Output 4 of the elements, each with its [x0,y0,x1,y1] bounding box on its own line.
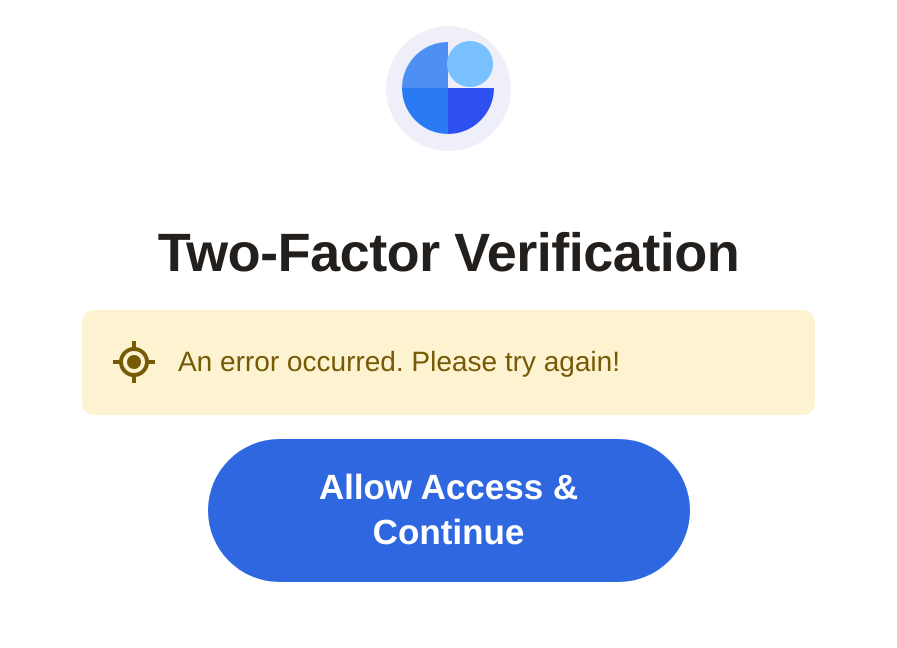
allow-access-button[interactable]: Allow Access & Continue [208,438,690,582]
alert-message: An error occurred. Please try again! [178,345,620,380]
logo-icon [386,26,511,151]
page-title: Two-Factor Verification [158,222,740,285]
